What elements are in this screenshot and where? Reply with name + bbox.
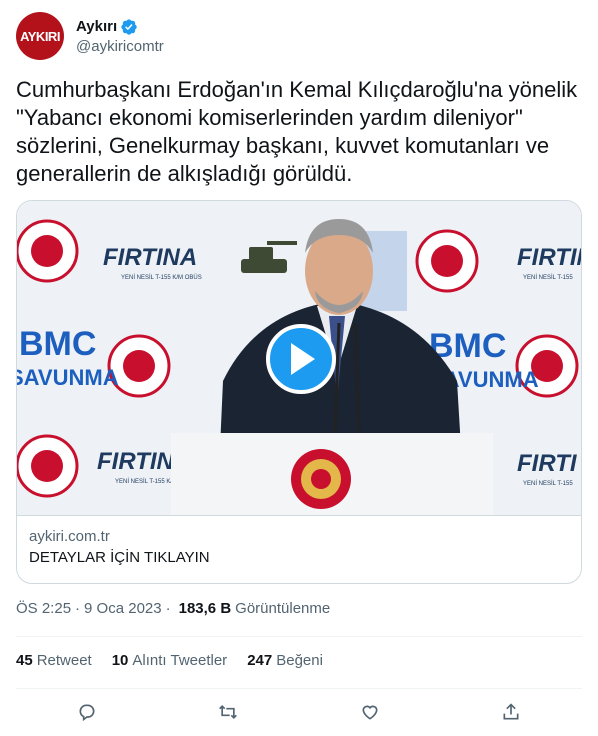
retweets-label: Retweet	[36, 652, 92, 669]
likes-stat[interactable]: 247 Beğeni	[247, 652, 323, 669]
retweet-icon	[219, 704, 238, 720]
podium	[171, 433, 493, 515]
reply-icon	[79, 704, 95, 722]
backdrop-sub-right-bottom: YENİ NESİL T-155	[523, 480, 573, 487]
tweet-stats: 45 Retweet 10 Alıntı Tweetler 247 Beğeni	[16, 652, 343, 669]
video-scene: FIRTINA YENİ NESİL T-155 K/M OBÜS BMC SA…	[17, 201, 581, 515]
avatar-text: AYKIRI	[20, 28, 60, 44]
retweets-stat[interactable]: 45 Retweet	[16, 652, 92, 669]
card-domain: aykiri.com.tr	[29, 528, 110, 545]
verified-badge-icon	[121, 18, 137, 35]
tweet-time[interactable]: ÖS 2:25	[16, 600, 71, 617]
share-button[interactable]	[499, 700, 523, 724]
backdrop-text-right-top: FIRTINA	[517, 244, 581, 271]
avatar[interactable]: AYKIRI	[16, 12, 64, 60]
tweet-meta: ÖS 2:25 · 9 Oca 2023 · 183,6 B Görüntüle…	[16, 600, 330, 617]
backdrop-text-left-top: FIRTINA	[103, 244, 197, 271]
views-label: Görüntülenme	[235, 600, 331, 617]
emblem-left-bottom	[17, 434, 79, 498]
emblem-right-top	[415, 229, 479, 293]
tweet-date[interactable]: 9 Oca 2023	[84, 600, 162, 617]
quotes-stat[interactable]: 10 Alıntı Tweetler	[112, 652, 227, 669]
reply-button[interactable]	[75, 700, 99, 724]
meta-separator-2: ·	[165, 600, 171, 617]
emblem-left-top	[17, 219, 79, 283]
share-icon	[503, 703, 519, 720]
tweet-text: Cumhurbaşkanı Erdoğan'ın Kemal Kılıçdaro…	[16, 77, 584, 186]
card-footer[interactable]: aykiri.com.tr DETAYLAR İÇİN TIKLAYIN	[17, 515, 581, 578]
play-icon[interactable]	[266, 324, 336, 394]
retweets-count: 45	[16, 652, 33, 669]
backdrop-sub-right-top: YENİ NESİL T-155	[523, 274, 573, 281]
quotes-count: 10	[111, 652, 129, 669]
backdrop-sub-left-top: YENİ NESİL T-155 K/M OBÜS	[121, 274, 202, 281]
divider-top	[16, 636, 582, 637]
like-button[interactable]	[358, 700, 382, 724]
video-thumbnail[interactable]: FIRTINA YENİ NESİL T-155 K/M OBÜS BMC SA…	[17, 201, 581, 515]
retweet-button[interactable]	[216, 700, 240, 724]
display-name-row: Aykırı	[76, 18, 164, 36]
tweet-header: AYKIRI Aykırı @aykiricomtr	[16, 12, 164, 60]
quotes-label: Alıntı Tweetler	[132, 652, 228, 669]
action-bar	[16, 700, 582, 724]
divider-bottom	[16, 688, 582, 689]
likes-count: 247	[247, 652, 273, 669]
backdrop-bmc-left: BMC	[19, 325, 96, 363]
handle[interactable]: @aykiricomtr	[76, 38, 164, 55]
backdrop-savunma-left: SAVUNMA	[17, 365, 119, 390]
like-icon	[362, 705, 378, 720]
card-title: DETAYLAR İÇİN TIKLAYIN	[29, 549, 210, 566]
link-card[interactable]: FIRTINA YENİ NESİL T-155 K/M OBÜS BMC SA…	[16, 200, 582, 584]
display-name[interactable]: Aykırı	[76, 18, 117, 35]
backdrop-text-right-bottom: FIRTI	[517, 450, 578, 477]
views-count: 183,6 B	[178, 600, 232, 617]
author-names: Aykırı @aykiricomtr	[76, 18, 164, 55]
meta-separator-1: ·	[75, 600, 81, 617]
likes-label: Beğeni	[276, 652, 323, 669]
